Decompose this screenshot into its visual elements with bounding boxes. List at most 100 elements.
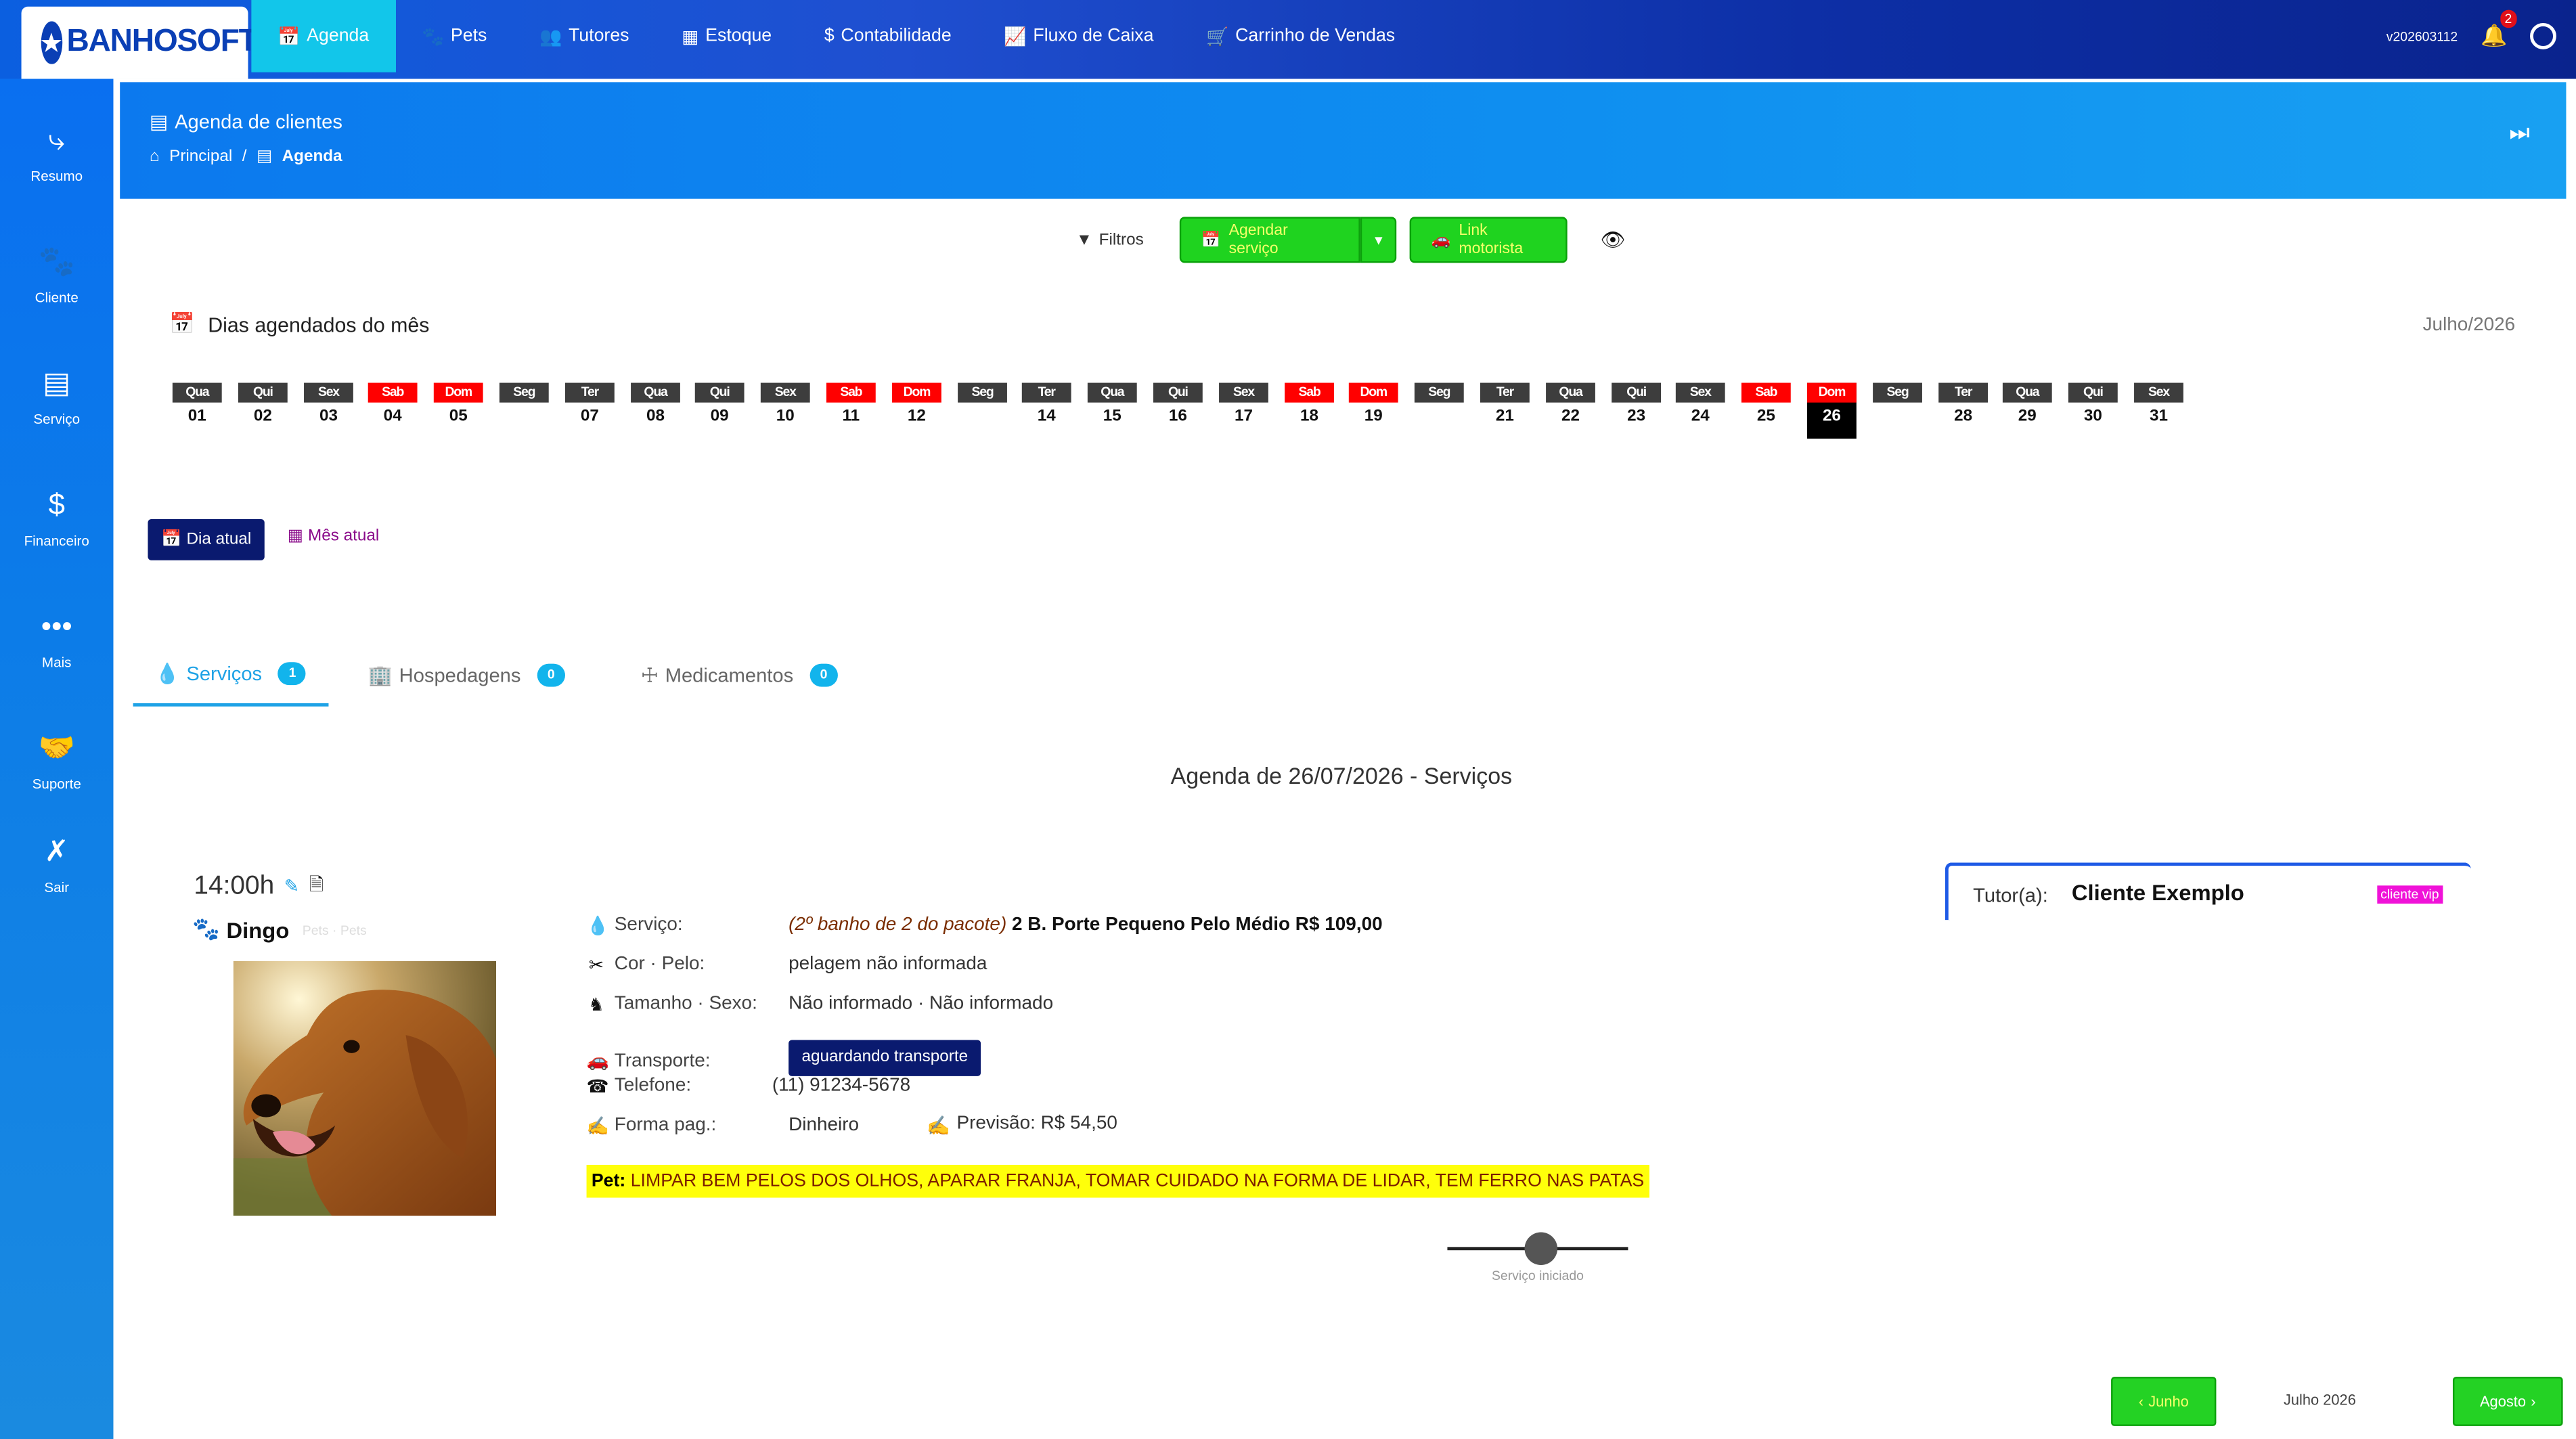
weekday-label: Qua [1087, 382, 1137, 403]
eye-slash-icon[interactable]: 👁 [1601, 228, 1626, 251]
brand-logo[interactable]: ★ BANHOSOFT [21, 6, 258, 79]
calendar-day[interactable]: Seg [1414, 382, 1464, 407]
schedule-dropdown-button[interactable]: ▼ [1360, 217, 1397, 263]
day-number: 08 [646, 407, 665, 426]
calendar-day[interactable]: Sab 18 [1285, 382, 1334, 428]
day-number: 16 [1168, 407, 1187, 426]
breadcrumb-current: Agenda [282, 148, 342, 167]
calendar-day[interactable]: Qui 09 [694, 382, 745, 428]
weekday-label: Sab [368, 382, 418, 403]
driver-link-button[interactable]: 🚗 Link motorista [1409, 217, 1568, 263]
nav-pets[interactable]: 🐾 Pets [395, 0, 513, 72]
weekday-label: Qui [2068, 382, 2118, 403]
nav-carrinho-de-vendas[interactable]: 🛒 Carrinho de Vendas [1180, 0, 1421, 72]
calendar-day[interactable]: Sex 03 [304, 382, 353, 428]
edit-icon[interactable]: ✎ [284, 876, 299, 897]
calendar-day[interactable]: Dom 19 [1348, 382, 1398, 428]
notifications-button[interactable]: 🔔 2 [2481, 9, 2517, 49]
calendar-day[interactable]: Sex 24 [1675, 382, 1725, 428]
day-number: 03 [319, 407, 338, 426]
phone-link[interactable]: (11) 91234-5678 [772, 1076, 910, 1096]
schedule-service-button[interactable]: 📅 Agendar serviço [1180, 217, 1361, 263]
weekday-label: Qua [2002, 382, 2052, 403]
nav-estoque[interactable]: ▦ Estoque [655, 0, 798, 72]
weekday-label: Sab [826, 382, 876, 403]
calendar-day[interactable]: Sab 04 [368, 382, 418, 428]
sidebar: ⤷ Resumo 🐾 Cliente ▤ Serviço $ Financeir… [0, 79, 114, 1439]
calendar-day[interactable]: Sab 25 [1741, 382, 1791, 428]
paw-icon: 🐾 [192, 916, 220, 942]
calendar-month-icon: ▦ [287, 527, 303, 546]
calendar-day[interactable]: Ter 14 [1021, 382, 1071, 428]
dollar-icon: $ [824, 26, 835, 46]
tutor-card[interactable]: Tutor(a): Cliente Exemplo cliente vip [1945, 862, 2471, 921]
dots-icon: ••• [41, 609, 72, 643]
month-name: Julho/2026 [2422, 315, 2516, 336]
calendar-day[interactable]: Qui 30 [2068, 382, 2118, 428]
day-number: 01 [187, 407, 206, 426]
breadcrumb-home[interactable]: Principal [169, 148, 232, 166]
file-icon[interactable]: 🗎 [309, 870, 324, 902]
calendar-day[interactable]: Qua 08 [631, 382, 680, 428]
current-month-button[interactable]: ▦ Mês atual [288, 527, 379, 546]
current-day-button[interactable]: 📅 Dia atual [148, 519, 265, 560]
calendar-day[interactable]: Seg [1873, 382, 1922, 407]
day-number: 25 [1756, 407, 1775, 426]
paw-icon: 🐾 [421, 27, 445, 47]
calendar-day[interactable]: Seg [958, 382, 1007, 407]
sidebar-item-servico[interactable]: ▤ Serviço [0, 365, 113, 427]
weekday-label: Sab [1285, 382, 1334, 403]
sidebar-item-sair[interactable]: ✗ Sair [0, 833, 113, 895]
tab-servicos[interactable]: 💧 Serviços 1 [133, 644, 329, 707]
dog-logo-icon: ★ [41, 21, 62, 64]
calendar-day[interactable]: Sex 31 [2134, 382, 2183, 428]
calendar-day[interactable]: Sex 17 [1219, 382, 1268, 428]
tutor-label: Tutor(a): [1973, 883, 2048, 907]
slider-handle[interactable] [1524, 1232, 1558, 1266]
day-number: 15 [1103, 407, 1122, 426]
day-number: 11 [842, 407, 860, 426]
calendar-day[interactable]: Dom 12 [892, 382, 941, 428]
breadcrumb: ⌂ Principal / ▤ Agenda [150, 148, 342, 166]
user-account-icon[interactable] [2530, 22, 2556, 49]
day-number: 30 [2083, 407, 2102, 426]
skip-forward-icon[interactable]: ⏭ [2509, 118, 2530, 146]
calendar-day[interactable]: Dom 05 [433, 382, 483, 428]
day-number: 17 [1234, 407, 1253, 426]
day-number: 31 [2149, 407, 2168, 426]
calendar-day[interactable]: Qui 16 [1153, 382, 1203, 428]
nav-fluxo-de-caixa[interactable]: 📈 Fluxo de Caixa [978, 0, 1180, 72]
sidebar-item-cliente[interactable]: 🐾 Cliente [0, 243, 113, 306]
calendar-day[interactable]: Sex 10 [760, 382, 810, 428]
calendar-day[interactable]: Ter 28 [1938, 382, 1989, 428]
sidebar-item-mais[interactable]: ••• Mais [0, 608, 113, 671]
calendar-day[interactable]: Dom 26 [1807, 382, 1857, 439]
calendar-day[interactable]: Qua 15 [1087, 382, 1137, 428]
service-status-slider[interactable] [1447, 1231, 1628, 1266]
nav-agenda[interactable]: 📅 Agenda [251, 0, 396, 72]
tab-medicamentos[interactable]: ☩ Medicamentos 0 [604, 644, 874, 707]
calendar-day[interactable]: Ter 07 [564, 382, 615, 428]
medkit-icon: ☩ [640, 663, 659, 687]
calendar-day[interactable]: Ter 21 [1480, 382, 1530, 428]
transport-status-badge[interactable]: aguardando transporte [789, 1040, 981, 1076]
nav-tutores[interactable]: 👥 Tutores [513, 0, 655, 72]
sidebar-item-financeiro[interactable]: $ Financeiro [0, 486, 113, 549]
tab-hospedagens[interactable]: 🏢 Hospedagens 0 [328, 644, 604, 707]
filters-button[interactable]: ▼ Filtros [1076, 231, 1144, 249]
calendar-day[interactable]: Qua 29 [2002, 382, 2052, 428]
calendar-day[interactable]: Qua 22 [1546, 382, 1595, 428]
calendar-plus-icon: 📅 [1201, 231, 1221, 249]
next-month-button[interactable]: Agosto › [2452, 1377, 2563, 1426]
calendar-day[interactable]: Qui 23 [1612, 382, 1662, 428]
calendar-day[interactable]: Sab 11 [826, 382, 876, 428]
prev-month-button[interactable]: ‹ Junho [2111, 1377, 2217, 1426]
pet-photo[interactable] [233, 960, 497, 1216]
day-number: 26 [1822, 407, 1841, 426]
package-info: (2º banho de 2 do pacote) [789, 915, 1007, 935]
sidebar-item-resumo[interactable]: ⤷ Resumo [0, 122, 113, 184]
calendar-day[interactable]: Qui 02 [238, 382, 288, 428]
calendar-day[interactable]: Qua 01 [172, 382, 222, 428]
nav-contabilidade[interactable]: $ Contabilidade [798, 0, 978, 72]
calendar-day[interactable]: Seg [499, 382, 549, 407]
